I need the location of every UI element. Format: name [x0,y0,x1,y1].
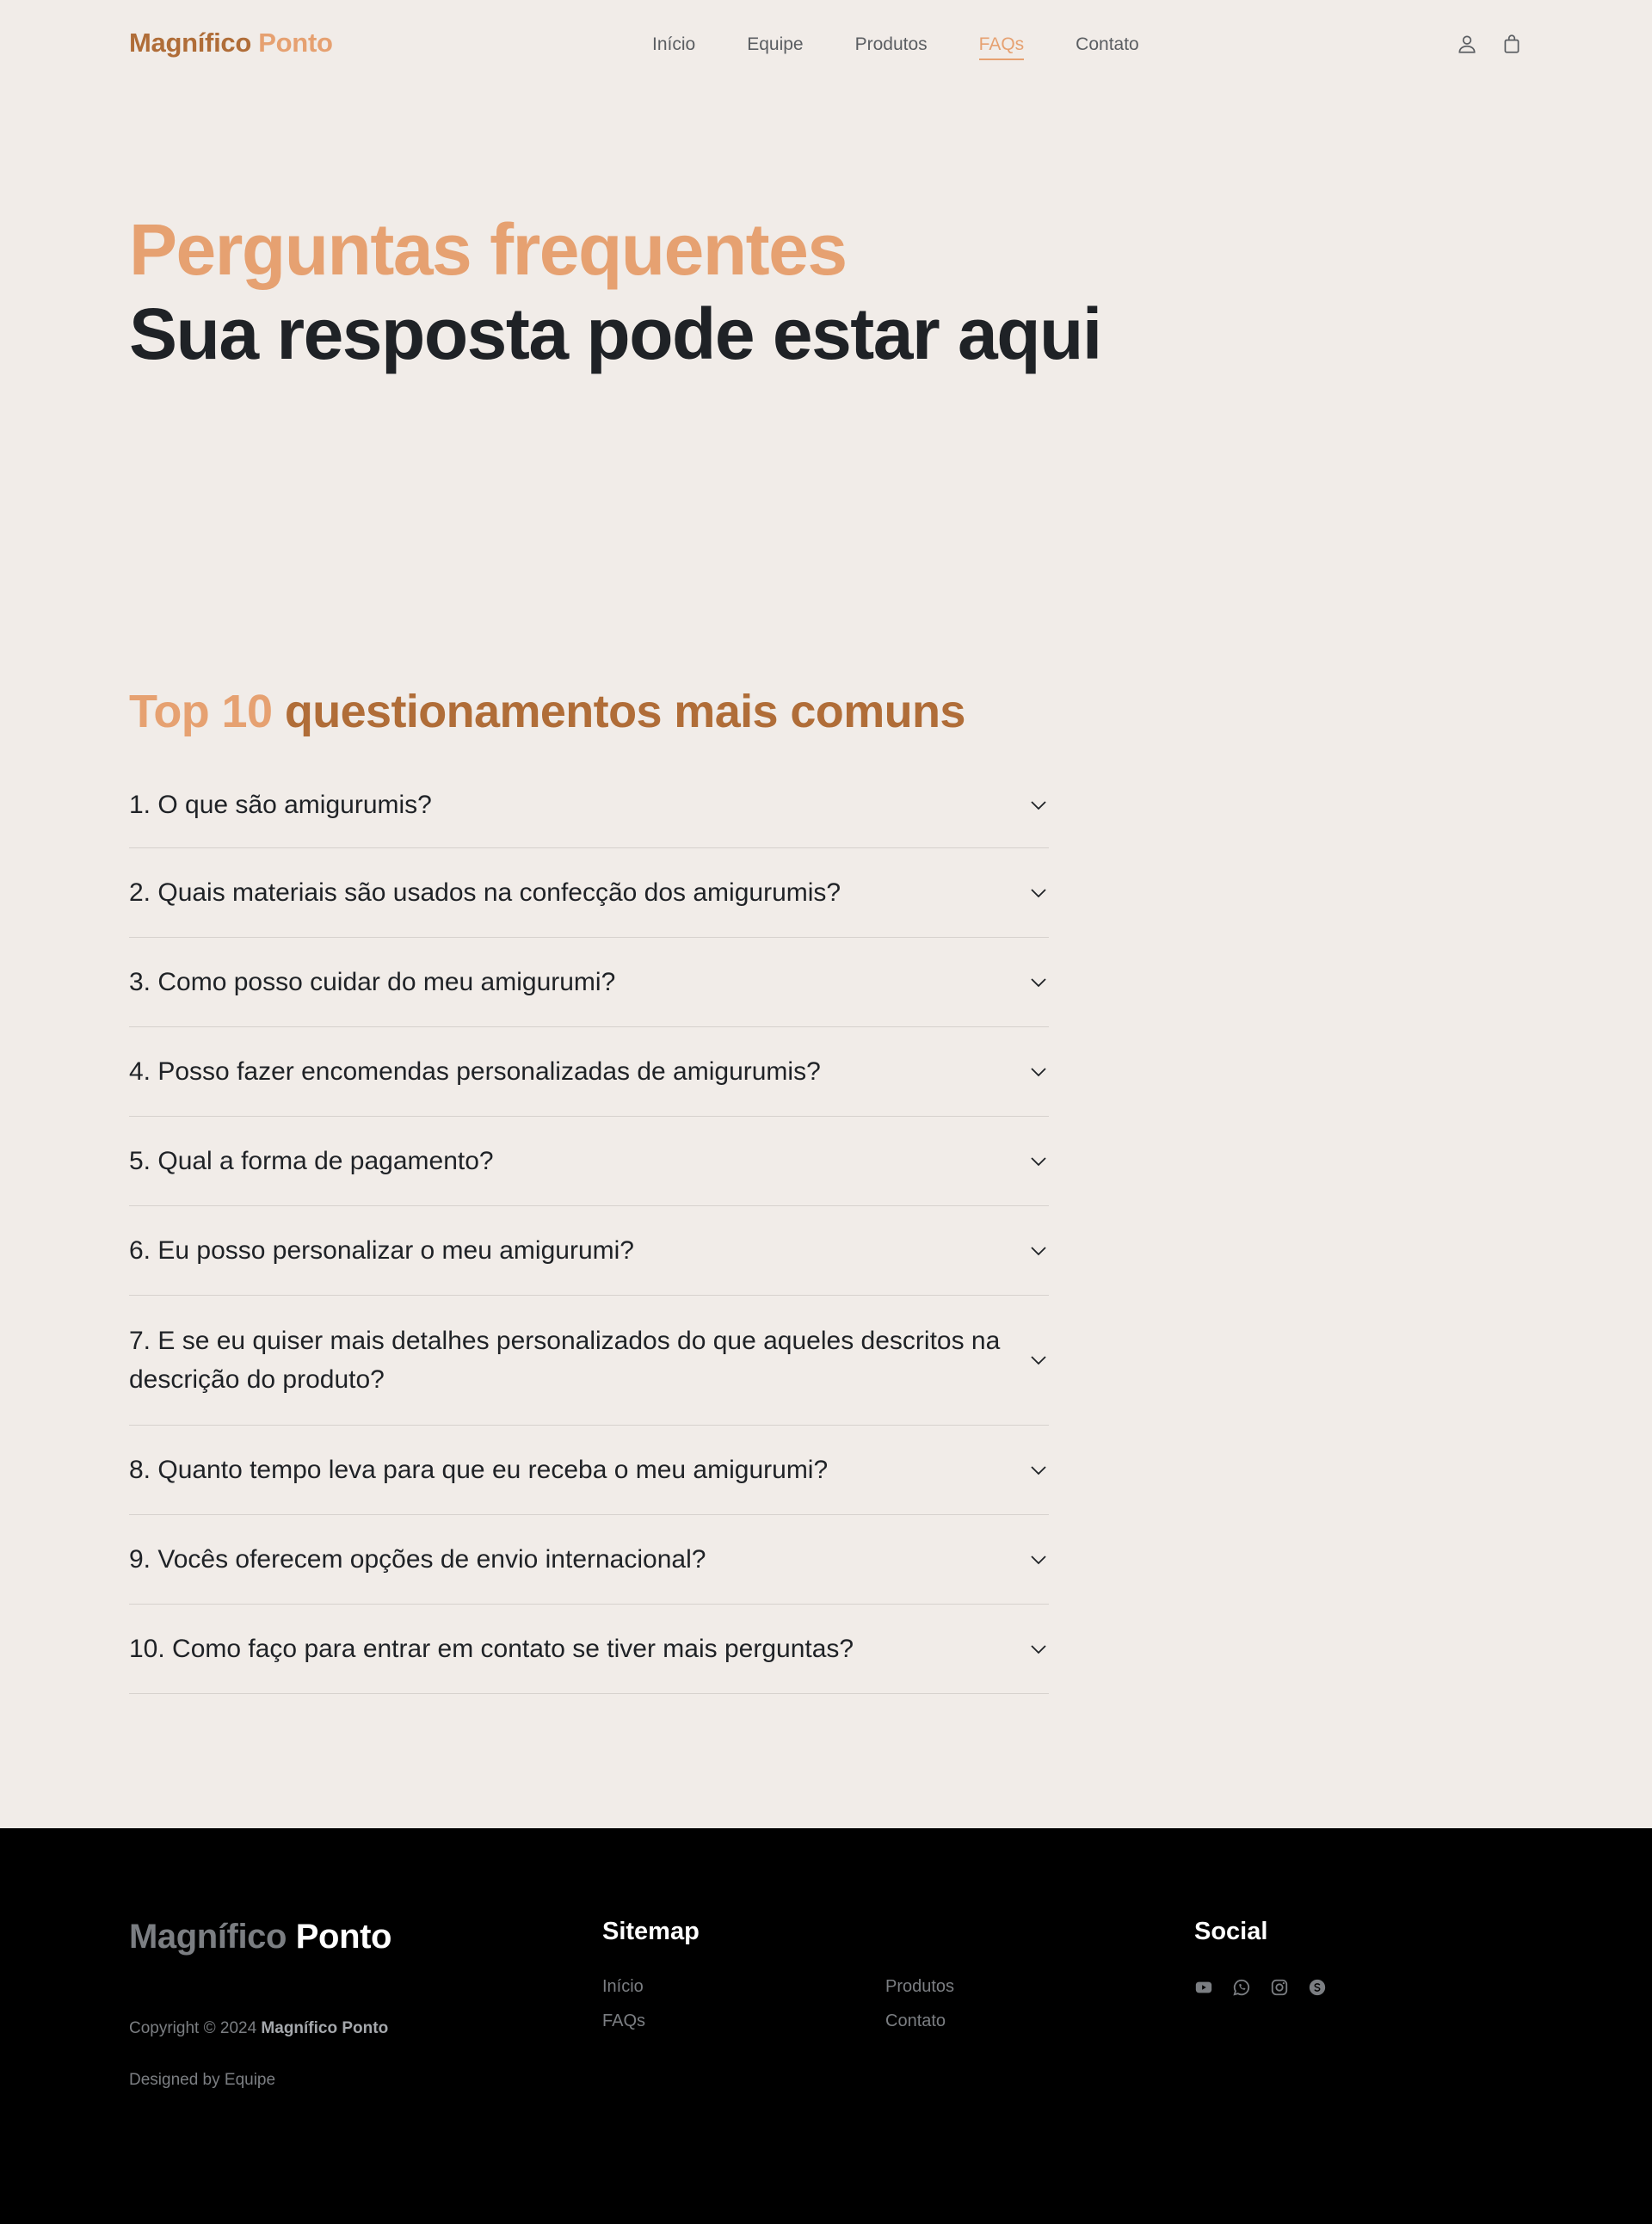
whatsapp-icon[interactable] [1232,1978,1251,1997]
faq-heading-rest: questionamentos mais comuns [284,686,966,737]
faq-question: 5. Qual a forma de pagamento? [129,1147,494,1175]
faq-item[interactable]: 6. Eu posso personalizar o meu amigurumi… [129,1206,1049,1296]
chevron-down-icon[interactable] [1028,1350,1049,1371]
nav-link-faqs[interactable]: FAQs [978,34,1025,60]
chevron-down-icon[interactable] [1028,795,1049,816]
faq-accordion: 1. O que são amigurumis? 2. Quais materi… [129,762,1049,1694]
brand-logo[interactable]: Magnífico Ponto [129,28,333,59]
brand-name-part1: Magnífico [129,28,251,58]
faq-question: 3. Como posso cuidar do meu amigurumi? [129,968,616,996]
faq-item[interactable]: 5. Qual a forma de pagamento? [129,1117,1049,1206]
faq-item[interactable]: 9. Vocês oferecem opções de envio intern… [129,1515,1049,1605]
designed-by: Designed by Equipe [129,2071,276,2089]
instagram-icon[interactable] [1270,1978,1289,1997]
skype-icon[interactable] [1308,1978,1327,1997]
footer-brand-part2: Ponto [295,1918,392,1956]
shopping-bag-icon[interactable] [1501,33,1523,55]
faq-item[interactable]: 2. Quais materiais são usados na confecç… [129,848,1049,938]
footer: Magnífico Ponto Copyright © 2024 Magnífi… [0,1828,1652,2224]
nav-link-contato[interactable]: Contato [1076,34,1139,60]
faq-heading: Top 10 questionamentos mais comuns [129,688,965,735]
nav-link-inicio[interactable]: Início [652,34,695,60]
faq-question: 2. Quais materiais são usados na confecç… [129,878,841,907]
footer-link-inicio[interactable]: Início [602,1977,644,1997]
brand-name-part2: Ponto [258,28,333,58]
youtube-icon[interactable] [1194,1978,1213,1997]
user-icon[interactable] [1456,33,1478,55]
footer-brand[interactable]: Magnífico Ponto [129,1918,391,1956]
faq-question: 4. Posso fazer encomendas personalizadas… [129,1057,821,1086]
faq-question: 8. Quanto tempo leva para que eu receba … [129,1456,829,1484]
nav-link-produtos[interactable]: Produtos [855,34,928,60]
faq-item[interactable]: 4. Posso fazer encomendas personalizadas… [129,1027,1049,1117]
main-nav: Início Equipe Produtos FAQs Contato [652,34,1191,60]
navbar: Magnífico Ponto Início Equipe Produtos F… [0,0,1652,91]
copyright-brand: Magnífico Ponto [261,2019,389,2037]
chevron-down-icon[interactable] [1028,1639,1049,1660]
footer-link-faqs[interactable]: FAQs [602,2011,645,2031]
nav-icons [1456,33,1523,55]
social-title: Social [1194,1918,1268,1945]
nav-link-equipe[interactable]: Equipe [747,34,803,60]
chevron-down-icon[interactable] [1028,1062,1049,1082]
faq-item[interactable]: 7. E se eu quiser mais detalhes personal… [129,1296,1049,1426]
chevron-down-icon[interactable] [1028,883,1049,903]
chevron-down-icon[interactable] [1028,1241,1049,1261]
chevron-down-icon[interactable] [1028,972,1049,993]
faq-question: 7. E se eu quiser mais detalhes personal… [129,1327,1001,1394]
hero-title: Sua resposta pode estar aqui [129,293,1102,374]
sitemap-title: Sitemap [602,1918,700,1945]
faq-item[interactable]: 10. Como faço para entrar em contato se … [129,1605,1049,1694]
faq-question: 1. O que são amigurumis? [129,791,432,819]
hero-eyebrow: Perguntas frequentes [129,209,848,290]
faq-heading-highlight: Top 10 [129,686,273,737]
faq-item[interactable]: 1. O que são amigurumis? [129,762,1049,848]
faq-question: 6. Eu posso personalizar o meu amigurumi… [129,1236,634,1265]
chevron-down-icon[interactable] [1028,1460,1049,1481]
footer-link-produtos[interactable]: Produtos [885,1977,954,1997]
footer-link-contato[interactable]: Contato [885,2011,946,2031]
copyright: Copyright © 2024 Magnífico Ponto [129,2019,388,2038]
faq-item[interactable]: 8. Quanto tempo leva para que eu receba … [129,1426,1049,1515]
faq-question: 9. Vocês oferecem opções de envio intern… [129,1545,706,1574]
chevron-down-icon[interactable] [1028,1549,1049,1570]
faq-item[interactable]: 3. Como posso cuidar do meu amigurumi? [129,938,1049,1027]
faq-question: 10. Como faço para entrar em contato se … [129,1635,854,1663]
footer-brand-part1: Magnífico [129,1918,287,1956]
social-links [1194,1978,1327,1997]
chevron-down-icon[interactable] [1028,1151,1049,1172]
copyright-prefix: Copyright © 2024 [129,2019,257,2037]
